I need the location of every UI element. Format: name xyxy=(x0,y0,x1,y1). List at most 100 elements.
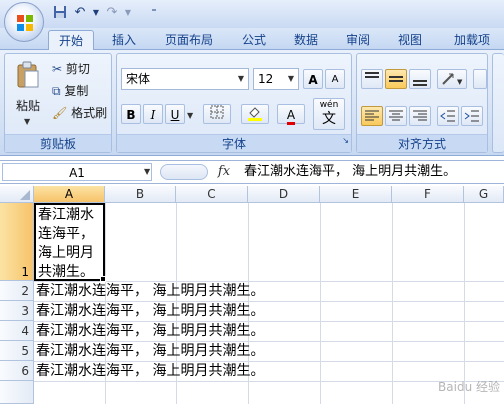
format-painter-button[interactable]: 🖌 格式刷 xyxy=(51,103,111,121)
column-header-a[interactable]: A xyxy=(34,186,105,203)
cell-a6[interactable]: 春江潮水连海平， 海上明月共潮生。 xyxy=(36,361,264,381)
align-top-button[interactable] xyxy=(361,69,383,89)
font-size-select[interactable]: 12 ▼ xyxy=(253,68,299,90)
paste-button[interactable]: 粘贴 ▼ xyxy=(7,58,47,130)
align-bottom-icon xyxy=(413,80,427,86)
phonetic-guide-button[interactable]: wén 文 xyxy=(313,98,345,130)
paste-label: 粘贴 xyxy=(15,99,40,113)
row-header-3[interactable]: 3 xyxy=(0,301,34,321)
font-dialog-launcher-icon[interactable]: ↘ xyxy=(342,136,349,145)
formula-bar-resizer[interactable] xyxy=(160,164,208,180)
italic-button[interactable]: I xyxy=(143,104,163,124)
paste-dropdown-icon: ▼ xyxy=(24,117,31,126)
cell-a5[interactable]: 春江潮水连海平， 海上明月共潮生。 xyxy=(36,341,264,361)
select-all-corner[interactable] xyxy=(0,186,34,203)
align-center-button[interactable] xyxy=(385,106,407,126)
office-button[interactable] xyxy=(4,2,44,42)
column-header-f[interactable]: F xyxy=(392,186,464,203)
increase-indent-icon xyxy=(464,110,479,122)
font-size-dropdown-icon: ▼ xyxy=(287,74,294,83)
decrease-indent-icon xyxy=(440,110,455,122)
shrink-font-button[interactable]: A xyxy=(325,69,345,89)
row-header-7[interactable] xyxy=(0,381,34,404)
grow-font-button[interactable]: A xyxy=(303,69,323,89)
tab-add-ins[interactable]: 加载项 xyxy=(444,30,500,50)
select-all-icon xyxy=(20,190,30,200)
column-header-d[interactable]: D xyxy=(248,186,320,203)
cell-a3[interactable]: 春江潮水连海平， 海上明月共潮生。 xyxy=(36,301,264,321)
shrink-font-icon: A xyxy=(331,74,339,85)
row-header-5[interactable]: 5 xyxy=(0,341,34,361)
orientation-button[interactable]: ▼ xyxy=(437,69,467,89)
align-middle-icon xyxy=(389,76,403,82)
column-header-g[interactable]: G xyxy=(464,186,504,203)
redo-dropdown-icon[interactable]: ▼ xyxy=(120,5,136,21)
formula-input[interactable]: 春江潮水连海平， 海上明月共潮生。 xyxy=(244,162,504,182)
align-left-icon xyxy=(365,110,379,121)
cell-a4[interactable]: 春江潮水连海平， 海上明月共潮生。 xyxy=(36,321,264,341)
grid-line xyxy=(392,203,393,404)
font-group: 宋体 ▼ 12 ▼ A A B I U ▼ A wén 文 字体 ↘ xyxy=(116,53,352,153)
undo-dropdown-icon[interactable]: ▼ xyxy=(88,5,104,21)
cell-a1-line: 春江潮水 xyxy=(38,207,94,223)
format-painter-label: 格式刷 xyxy=(71,106,108,120)
align-middle-button[interactable] xyxy=(385,69,407,89)
tab-view[interactable]: 视图 xyxy=(390,30,430,50)
cell-a1-line: 海上明月 xyxy=(38,245,94,261)
name-box-dropdown-icon[interactable]: ▼ xyxy=(144,167,150,176)
font-group-label: 字体 xyxy=(117,134,351,152)
alignment-group: ▼ 对齐方式 xyxy=(356,53,488,153)
grid-line xyxy=(320,203,321,404)
bold-button[interactable]: B xyxy=(121,104,141,124)
undo-icon[interactable]: ↶ xyxy=(72,5,88,21)
increase-indent-button[interactable] xyxy=(461,106,483,126)
fill-color-button[interactable] xyxy=(241,104,269,124)
insert-function-icon[interactable]: fx xyxy=(212,163,236,181)
cell-a2[interactable]: 春江潮水连海平， 海上明月共潮生。 xyxy=(36,281,264,301)
column-header-b[interactable]: B xyxy=(105,186,176,203)
decrease-indent-button[interactable] xyxy=(437,106,459,126)
tab-data[interactable]: 数据 xyxy=(286,30,326,50)
name-box[interactable]: A1 xyxy=(2,163,152,181)
borders-button[interactable] xyxy=(203,104,231,124)
font-color-button[interactable]: A xyxy=(277,104,305,125)
font-name-value: 宋体 xyxy=(126,72,151,86)
align-bottom-button[interactable] xyxy=(409,69,431,89)
row-header-1[interactable]: 1 xyxy=(0,203,34,281)
column-header-e[interactable]: E xyxy=(320,186,392,203)
phonetic-char: 文 xyxy=(322,111,336,127)
save-icon[interactable] xyxy=(52,5,68,21)
align-left-button[interactable] xyxy=(361,106,383,126)
underline-button[interactable]: U xyxy=(165,104,185,124)
format-painter-icon: 🖌 xyxy=(52,106,68,120)
tab-insert[interactable]: 插入 xyxy=(104,30,144,50)
font-size-value: 12 xyxy=(258,72,274,86)
copy-label: 复制 xyxy=(64,84,89,98)
align-top-icon xyxy=(365,72,379,78)
underline-dropdown-icon[interactable]: ▼ xyxy=(187,111,193,120)
customize-toolbar-icon[interactable]: ⁼ xyxy=(146,5,162,21)
tab-review[interactable]: 审阅 xyxy=(338,30,378,50)
row-header-4[interactable]: 4 xyxy=(0,321,34,341)
font-color-icon: A xyxy=(286,108,296,125)
tab-home[interactable]: 开始 xyxy=(48,30,94,50)
phonetic-label: wén xyxy=(319,100,339,110)
name-box-value: A1 xyxy=(69,166,85,180)
number-group-partial xyxy=(492,53,504,153)
align-center-icon xyxy=(389,110,403,121)
row-header-2[interactable]: 2 xyxy=(0,281,34,301)
grid-line xyxy=(464,203,465,404)
watermark: Baidu 经验 xyxy=(438,380,500,394)
redo-icon[interactable]: ↷ xyxy=(104,5,120,21)
tab-formulas[interactable]: 公式 xyxy=(234,30,274,50)
wrap-text-button[interactable] xyxy=(473,69,487,89)
fill-handle[interactable] xyxy=(100,276,106,282)
font-name-select[interactable]: 宋体 ▼ xyxy=(121,68,249,90)
align-right-button[interactable] xyxy=(409,106,431,126)
cut-button[interactable]: ✂ 剪切 xyxy=(51,59,111,77)
cell-a1[interactable]: 春江潮水 连海平， 海上明月 共潮生。 xyxy=(34,203,105,281)
copy-button[interactable]: ⧉ 复制 xyxy=(51,81,111,99)
column-header-c[interactable]: C xyxy=(176,186,248,203)
tab-page-layout[interactable]: 页面布局 xyxy=(158,30,220,50)
row-header-6[interactable]: 6 xyxy=(0,361,34,381)
